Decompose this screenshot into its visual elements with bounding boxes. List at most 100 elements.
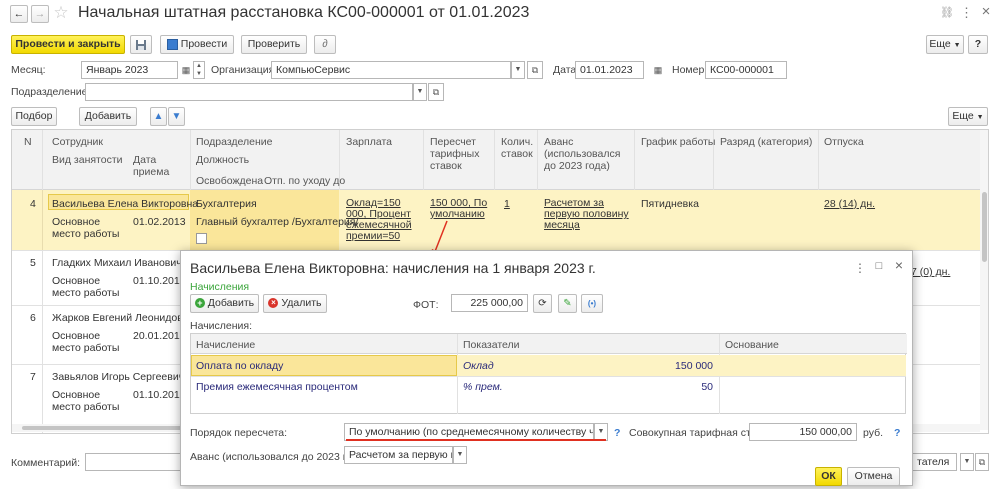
department-field[interactable] bbox=[85, 83, 413, 101]
dialog-close-icon[interactable]: × bbox=[892, 257, 906, 273]
red-underline bbox=[346, 439, 606, 441]
accrual-column-header[interactable]: Начисление bbox=[196, 339, 255, 351]
col-advance-header[interactable]: Аванс (использовался до 2023 года) bbox=[544, 136, 630, 172]
delete-red-icon: × bbox=[268, 298, 279, 309]
date-calendar-icon[interactable]: ▦ bbox=[652, 61, 664, 79]
close-icon[interactable]: × bbox=[979, 3, 993, 20]
col-employee-header[interactable]: Сотрудник bbox=[52, 136, 103, 148]
org-field[interactable]: КомпьюСервис bbox=[271, 61, 511, 79]
salary-link[interactable]: Оклад=150 000, Процент ежемесячной преми… bbox=[346, 198, 418, 242]
recalc-help-icon[interactable]: ? bbox=[614, 426, 620, 440]
post-and-close-button[interactable]: Провести и закрыть bbox=[11, 35, 125, 54]
more-button[interactable]: Еще ▼ bbox=[926, 35, 964, 54]
col-recalc-header[interactable]: Пересчет тарифных ставок bbox=[430, 136, 490, 172]
date-field[interactable]: 01.01.2023 bbox=[575, 61, 644, 79]
indicators-column-header[interactable]: Показатели bbox=[463, 339, 520, 351]
table-more-label: Еще bbox=[952, 110, 974, 122]
forward-button[interactable]: → bbox=[31, 5, 49, 23]
employment-type: Основное место работы bbox=[52, 330, 120, 354]
ok-button[interactable]: ОК bbox=[815, 467, 842, 486]
more-menu-icon[interactable]: ⋮ bbox=[960, 5, 973, 21]
accruals-section-title: Начисления bbox=[190, 281, 250, 293]
department-open-button[interactable]: ⧉ bbox=[428, 83, 444, 101]
responsible-open-button[interactable]: ⧉ bbox=[975, 453, 989, 471]
calendar-icon[interactable]: ▦ bbox=[180, 61, 192, 79]
move-up-button[interactable]: ▲ bbox=[150, 107, 167, 126]
more-label: Еще bbox=[929, 38, 951, 50]
indicator-value[interactable]: 50 bbox=[631, 381, 713, 393]
dialog-maximize-icon[interactable]: □ bbox=[873, 260, 885, 272]
back-button[interactable]: ← bbox=[10, 5, 28, 23]
save-button[interactable] bbox=[130, 35, 152, 54]
count-link[interactable]: 1 bbox=[504, 198, 510, 210]
cancel-button[interactable]: Отмена bbox=[847, 467, 900, 486]
advance-link[interactable]: Расчетом за первую половину месяца bbox=[544, 198, 630, 231]
col-position-header[interactable]: Должность bbox=[196, 154, 249, 166]
dialog-add-button[interactable]: + Добавить bbox=[190, 294, 259, 313]
help-button[interactable]: ? bbox=[968, 35, 988, 54]
check-button[interactable]: Проверить bbox=[241, 35, 307, 54]
vacations-link[interactable]: 28 (14) дн. bbox=[824, 198, 875, 210]
link-icon[interactable]: ⛓ bbox=[940, 6, 954, 19]
window-title: Начальная штатная расстановка КС00-00000… bbox=[78, 4, 530, 21]
dialog-delete-button[interactable]: × Удалить bbox=[263, 294, 327, 313]
attach-button[interactable]: ∂ bbox=[314, 35, 336, 54]
currency-label: руб. bbox=[863, 427, 884, 439]
col-count-header[interactable]: Колич. ставок bbox=[501, 136, 535, 160]
col-n-header[interactable]: N bbox=[24, 136, 32, 148]
basis-column-header[interactable]: Основание bbox=[725, 339, 779, 351]
col-department-header[interactable]: Подразделение bbox=[196, 136, 273, 148]
accrual-name: Оплата по окладу bbox=[196, 360, 284, 372]
advance-field[interactable]: Расчетом за первую поло bbox=[344, 446, 453, 464]
post-button[interactable]: Провести bbox=[160, 35, 234, 54]
month-stepper[interactable]: ▲ ▼ bbox=[193, 61, 205, 79]
formula-button[interactable]: (•) bbox=[581, 294, 603, 313]
col-leave-header[interactable]: Отп. по уходу до bbox=[264, 175, 345, 187]
vertical-scrollbar-thumb[interactable] bbox=[982, 192, 987, 262]
refresh-button[interactable]: ⟳ bbox=[533, 294, 552, 313]
fot-field: 225 000,00 bbox=[451, 294, 528, 312]
indicator-name: Оклад bbox=[463, 360, 494, 372]
col-released-header[interactable]: Освобождена bbox=[196, 175, 263, 187]
add-green-icon: + bbox=[194, 298, 205, 309]
col-salary-header[interactable]: Зарплата bbox=[346, 136, 392, 148]
col-grade-header[interactable]: Разряд (категория) bbox=[720, 136, 812, 148]
move-down-button[interactable]: ▼ bbox=[168, 107, 185, 126]
col-schedule-header[interactable]: График работы bbox=[641, 136, 715, 148]
indicator-value[interactable]: 150 000 bbox=[631, 360, 713, 372]
vertical-scrollbar[interactable] bbox=[980, 130, 988, 430]
employment-type: Основное место работы bbox=[52, 389, 120, 413]
edit-button[interactable]: ✎ bbox=[558, 294, 577, 313]
total-rate-help-icon[interactable]: ? bbox=[894, 426, 900, 440]
add-row-button[interactable]: Добавить bbox=[79, 107, 137, 126]
star-icon[interactable]: ☆ bbox=[52, 3, 70, 23]
number-label: Номер: bbox=[672, 64, 708, 76]
col-vacations-header[interactable]: Отпуска bbox=[824, 136, 864, 148]
col-employment-type-header[interactable]: Вид занятости bbox=[52, 154, 123, 166]
row-number: 4 bbox=[30, 198, 36, 210]
chevron-down-icon: ▼ bbox=[976, 114, 984, 121]
department-dropdown-button[interactable]: ▼ bbox=[413, 83, 427, 101]
pick-button[interactable]: Подбор bbox=[11, 107, 57, 126]
released-checkbox[interactable] bbox=[196, 233, 207, 244]
org-dropdown-button[interactable]: ▼ bbox=[511, 61, 525, 79]
vacations-link[interactable]: 7 (0) дн. bbox=[911, 266, 950, 278]
col-hire-date-header[interactable]: Дата приема bbox=[133, 154, 183, 178]
hire-date: 01.10.2013 bbox=[133, 275, 186, 287]
department-label: Подразделение: bbox=[11, 86, 91, 98]
number-field[interactable]: КС00-000001 bbox=[705, 61, 787, 79]
org-open-button[interactable]: ⧉ bbox=[527, 61, 543, 79]
accruals-dialog[interactable]: Васильева Елена Викторовна: начисления н… bbox=[180, 250, 913, 486]
hire-date: 01.02.2013 bbox=[133, 216, 186, 228]
dialog-more-icon[interactable]: ⋮ bbox=[854, 261, 866, 275]
table-more-button[interactable]: Еще ▼ bbox=[948, 107, 988, 126]
accruals-grid[interactable]: Начисление Показатели Основание Оплата п… bbox=[190, 333, 907, 414]
paperclip-icon: ∂ bbox=[322, 38, 328, 50]
responsible-dropdown-button[interactable]: ▼ bbox=[960, 453, 974, 471]
advance-dropdown-button[interactable]: ▼ bbox=[453, 446, 467, 464]
responsible-field[interactable]: тателя bbox=[912, 453, 957, 471]
recalc-link[interactable]: 150 000, По умолчанию bbox=[430, 198, 492, 220]
comment-field[interactable] bbox=[85, 453, 195, 471]
month-field[interactable]: Январь 2023 bbox=[81, 61, 178, 79]
dialog-title: Васильева Елена Викторовна: начисления н… bbox=[190, 260, 596, 276]
